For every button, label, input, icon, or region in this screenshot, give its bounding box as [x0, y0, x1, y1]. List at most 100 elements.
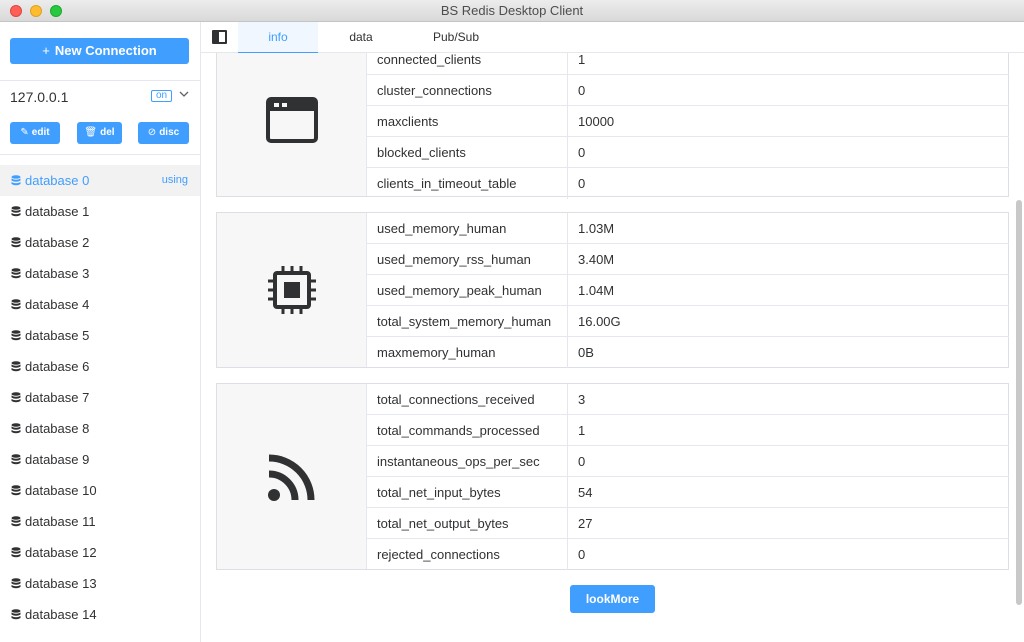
disconnect-button[interactable]: ⊘ disc	[138, 122, 189, 144]
card-icon-panel	[217, 53, 367, 196]
info-value: 1.03M	[578, 221, 615, 236]
database-item[interactable]: database 8	[0, 413, 200, 444]
tab-bar: info data Pub/Sub	[201, 22, 1024, 53]
database-item[interactable]: database 13	[0, 568, 200, 599]
info-value: 3.40M	[578, 252, 615, 267]
database-icon	[11, 392, 21, 403]
info-value: 27	[578, 516, 593, 531]
info-key: total_net_output_bytes	[367, 508, 568, 539]
edit-button[interactable]: ✎ edit	[10, 122, 60, 144]
database-icon	[11, 175, 21, 186]
trash-icon: 🗑	[84, 127, 98, 138]
info-row: maxclients 10000	[367, 106, 1009, 137]
info-key: used_memory_rss_human	[367, 244, 568, 275]
tab-pubsub[interactable]: Pub/Sub	[416, 22, 496, 53]
pencil-icon: ✎	[20, 127, 29, 138]
info-row: total_commands_processed 1	[367, 415, 1009, 446]
info-row: rejected_connections 0	[367, 539, 1009, 570]
info-value: 10000	[578, 114, 615, 129]
tab-info[interactable]: info	[238, 22, 318, 53]
divider	[0, 80, 200, 81]
database-label: database 9	[25, 452, 90, 467]
database-item[interactable]: database 9	[0, 444, 200, 475]
info-key: total_net_input_bytes	[367, 477, 568, 508]
info-key: total_system_memory_human	[367, 306, 568, 337]
info-row: cluster_connections 0	[367, 75, 1009, 106]
window-title: BS Redis Desktop Client	[440, 3, 584, 18]
tab-data[interactable]: data	[321, 22, 401, 53]
info-row: instantaneous_ops_per_sec 0	[367, 446, 1009, 477]
info-value: 0	[578, 454, 586, 469]
database-label: database 4	[25, 297, 90, 312]
maximize-window-button[interactable]	[50, 5, 62, 17]
info-key: maxmemory_human	[367, 337, 568, 368]
info-key: used_memory_human	[367, 213, 568, 244]
info-value: 3	[578, 392, 586, 407]
disconnect-icon: ⊘	[147, 127, 157, 138]
database-item[interactable]: database 1	[0, 196, 200, 227]
database-icon	[11, 361, 21, 372]
database-item[interactable]: database 14	[0, 599, 200, 630]
sidebar-toggle-icon[interactable]	[212, 30, 227, 44]
database-icon	[11, 516, 21, 527]
sidebar: + New Connection 127.0.0.1 on ✎ edit 🗑 del …	[0, 22, 201, 642]
disconnect-label: disc	[159, 127, 180, 138]
info-value: 16.00G	[578, 314, 621, 329]
new-connection-label: New Connection	[54, 43, 157, 58]
database-label: database 0	[25, 173, 90, 188]
database-item[interactable]: database 11	[0, 506, 200, 537]
info-row: total_net_output_bytes 27	[367, 508, 1009, 539]
info-key: rejected_connections	[367, 539, 568, 570]
database-label: database 3	[25, 266, 90, 281]
database-label: database 11	[25, 514, 96, 529]
rss-icon	[267, 454, 314, 501]
plus-icon: +	[42, 43, 50, 58]
info-row: total_system_memory_human 16.00G	[367, 306, 1009, 337]
delete-label: del	[100, 127, 115, 138]
info-key: instantaneous_ops_per_sec	[367, 446, 568, 477]
database-label: database 10	[25, 483, 97, 498]
database-label: database 14	[25, 607, 97, 622]
database-icon	[11, 547, 21, 558]
scrollbar[interactable]	[1016, 200, 1022, 605]
card-icon-panel	[217, 213, 367, 367]
database-icon	[11, 206, 21, 217]
info-key: blocked_clients	[367, 137, 568, 168]
info-row: used_memory_rss_human 3.40M	[367, 244, 1009, 275]
divider	[0, 154, 200, 155]
database-list: database 0 using database 1 database 2 d…	[0, 165, 200, 630]
info-row: connected_clients 1	[367, 53, 1009, 75]
database-icon	[11, 485, 21, 496]
database-label: database 2	[25, 235, 90, 250]
database-item[interactable]: database 7	[0, 382, 200, 413]
database-item[interactable]: database 0 using	[0, 165, 200, 196]
minimize-window-button[interactable]	[30, 5, 42, 17]
connection-row[interactable]: 127.0.0.1 on	[0, 82, 200, 112]
delete-button[interactable]: 🗑 del	[77, 122, 122, 144]
title-bar: BS Redis Desktop Client	[0, 0, 1024, 22]
database-label: database 5	[25, 328, 90, 343]
database-item[interactable]: database 10	[0, 475, 200, 506]
info-value: 0	[578, 547, 586, 562]
database-item[interactable]: database 12	[0, 537, 200, 568]
info-key: cluster_connections	[367, 75, 568, 106]
chevron-down-icon[interactable]	[178, 88, 190, 103]
info-key: clients_in_timeout_table	[367, 168, 568, 199]
info-row: used_memory_human 1.03M	[367, 213, 1009, 244]
info-row: blocked_clients 0	[367, 137, 1009, 168]
database-item[interactable]: database 3	[0, 258, 200, 289]
info-value: 0B	[578, 345, 594, 360]
database-label: database 6	[25, 359, 90, 374]
new-connection-button[interactable]: + New Connection	[10, 38, 189, 64]
database-item[interactable]: database 6	[0, 351, 200, 382]
card-icon-panel	[217, 384, 367, 569]
info-key: maxclients	[367, 106, 568, 137]
close-window-button[interactable]	[10, 5, 22, 17]
database-item[interactable]: database 4	[0, 289, 200, 320]
look-more-button[interactable]: lookMore	[570, 585, 655, 613]
database-icon	[11, 454, 21, 465]
database-item[interactable]: database 5	[0, 320, 200, 351]
info-row: maxmemory_human 0B	[367, 337, 1009, 368]
info-key: total_commands_processed	[367, 415, 568, 446]
database-item[interactable]: database 2	[0, 227, 200, 258]
